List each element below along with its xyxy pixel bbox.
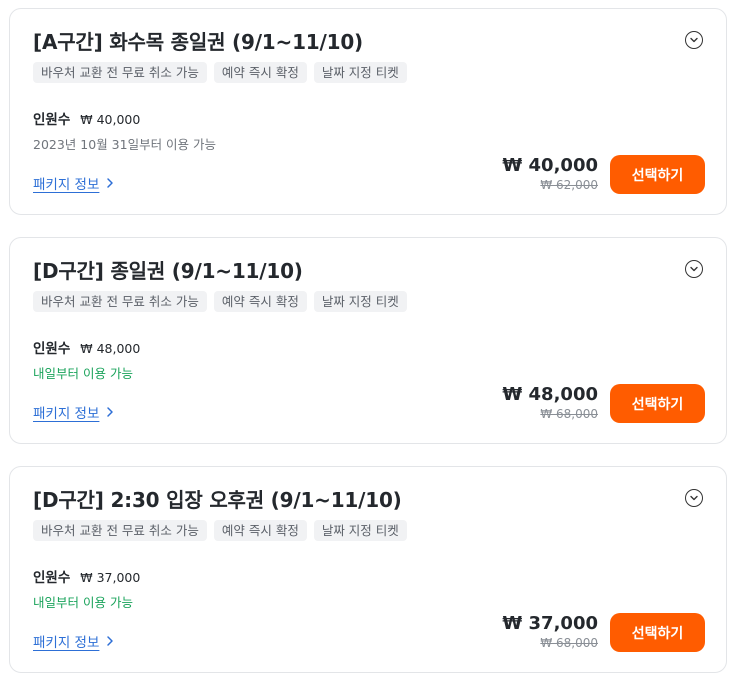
product-card: [D구간] 2:30 입장 오후권 (9/1~11/10) 바우처 교환 전 무… [9,466,727,673]
price-box: ₩ 37,000 ₩ 68,000 [502,613,598,651]
tag-list: 바우처 교환 전 무료 취소 가능 예약 즉시 확정 날짜 지정 티켓 [33,291,407,312]
quantity-row: 인원수 ₩ 40,000 [33,108,140,128]
availability-text: 내일부터 이용 가능 [33,366,133,381]
price-box: ₩ 48,000 ₩ 68,000 [502,384,598,422]
sale-price: ₩ 37,000 [502,613,598,634]
package-info-link[interactable]: 패키지 정보 [33,402,115,422]
tag-date-ticket: 날짜 지정 티켓 [313,62,407,83]
chevron-right-icon [107,636,114,646]
price-box: ₩ 40,000 ₩ 62,000 [502,155,598,193]
quantity-row: 인원수 ₩ 48,000 [33,337,140,357]
chevron-right-icon [107,178,114,188]
product-card: [D구간] 종일권 (9/1~11/10) 바우처 교환 전 무료 취소 가능 … [9,237,727,444]
product-option-list: [A구간] 화수목 종일권 (9/1~11/10) 바우처 교환 전 무료 취소… [0,0,754,694]
tag-instant-confirm: 예약 즉시 확정 [213,291,307,312]
product-title: [A구간] 화수목 종일권 (9/1~11/10) [33,30,363,54]
product-card: [A구간] 화수목 종일권 (9/1~11/10) 바우처 교환 전 무료 취소… [9,8,727,215]
chevron-down-circle-icon[interactable] [685,260,703,278]
product-title: [D구간] 2:30 입장 오후권 (9/1~11/10) [33,488,402,512]
tag-instant-confirm: 예약 즉시 확정 [213,520,307,541]
sale-price: ₩ 48,000 [502,384,598,405]
original-price: ₩ 62,000 [540,178,598,192]
quantity-price: ₩ 40,000 [80,112,141,127]
original-price: ₩ 68,000 [540,407,598,421]
package-info-label[interactable]: 패키지 정보 [33,631,99,651]
package-info-label[interactable]: 패키지 정보 [33,173,99,193]
tag-list: 바우처 교환 전 무료 취소 가능 예약 즉시 확정 날짜 지정 티켓 [33,520,407,541]
quantity-label: 인원수 [33,112,71,128]
package-info-link[interactable]: 패키지 정보 [33,631,115,651]
tag-date-ticket: 날짜 지정 티켓 [313,291,407,312]
product-title: [D구간] 종일권 (9/1~11/10) [33,259,303,283]
tag-instant-confirm: 예약 즉시 확정 [213,62,307,83]
tag-date-ticket: 날짜 지정 티켓 [313,520,407,541]
package-info-label[interactable]: 패키지 정보 [33,402,99,422]
availability-text: 내일부터 이용 가능 [33,595,133,610]
quantity-row: 인원수 ₩ 37,000 [33,566,140,586]
tag-list: 바우처 교환 전 무료 취소 가능 예약 즉시 확정 날짜 지정 티켓 [33,62,407,83]
chevron-down-circle-icon[interactable] [685,31,703,49]
tag-free-cancel: 바우처 교환 전 무료 취소 가능 [33,520,207,541]
package-info-link[interactable]: 패키지 정보 [33,173,115,193]
tag-free-cancel: 바우처 교환 전 무료 취소 가능 [33,62,207,83]
sale-price: ₩ 40,000 [502,155,598,176]
select-button[interactable]: 선택하기 [610,613,705,652]
quantity-label: 인원수 [33,570,71,586]
select-button[interactable]: 선택하기 [610,155,705,194]
chevron-down-circle-icon[interactable] [685,489,703,507]
quantity-label: 인원수 [33,341,71,357]
quantity-price: ₩ 48,000 [80,341,141,356]
chevron-right-icon [107,407,114,417]
availability-text: 2023년 10월 31일부터 이용 가능 [33,137,217,152]
select-button[interactable]: 선택하기 [610,384,705,423]
original-price: ₩ 68,000 [540,636,598,650]
tag-free-cancel: 바우처 교환 전 무료 취소 가능 [33,291,207,312]
quantity-price: ₩ 37,000 [80,570,141,585]
